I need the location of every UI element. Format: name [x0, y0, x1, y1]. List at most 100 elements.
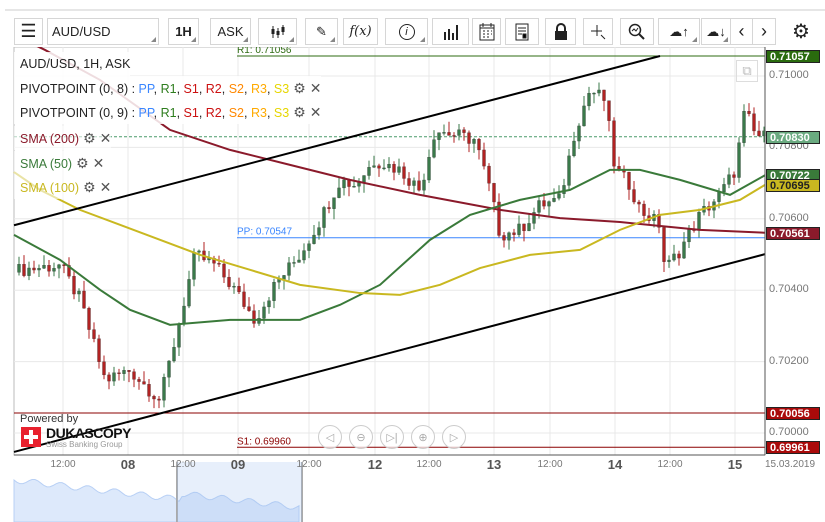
pan-left-button[interactable]: ◁ [318, 425, 342, 449]
candle-body [217, 263, 221, 265]
pivot-item-r3: R3 [250, 106, 267, 120]
candle-body [632, 189, 636, 203]
gear-icon[interactable]: ⚙ [83, 126, 96, 150]
report-button[interactable] [505, 18, 539, 45]
pivot-line-label: PP: 0.70547 [237, 227, 292, 238]
brand-name: DUKASCOPY [46, 425, 131, 441]
candle-body [267, 300, 271, 308]
menu-button[interactable]: ☰ [14, 18, 43, 45]
candle-body [587, 93, 591, 107]
calendar-icon [479, 22, 494, 40]
document-icon [515, 23, 529, 40]
scroll-left-button[interactable]: ‹ [730, 18, 753, 45]
close-icon[interactable]: ✕ [310, 76, 322, 100]
side-select[interactable]: ASK [210, 18, 251, 45]
candle-body [342, 179, 346, 189]
candle-body [87, 308, 91, 330]
candle-body [222, 263, 226, 278]
close-icon[interactable]: ✕ [93, 151, 105, 175]
candle-body [367, 167, 371, 176]
candle-body [757, 130, 761, 137]
candle-body [372, 165, 376, 168]
lock-button[interactable] [545, 18, 576, 45]
candle-body [547, 201, 551, 207]
candle-body [22, 264, 26, 276]
bar-chart-icon [443, 24, 458, 40]
chart-type-button[interactable] [258, 18, 297, 45]
close-icon[interactable]: ✕ [310, 100, 322, 124]
info-button[interactable]: i [385, 18, 428, 45]
info-icon: i [398, 23, 415, 40]
candle-body [232, 286, 236, 288]
candle-body [472, 139, 476, 144]
candle-body [17, 264, 21, 273]
download-button[interactable]: ☁↓ [701, 18, 731, 45]
timeframe-select[interactable]: 1H [168, 18, 199, 45]
candle-body [377, 165, 381, 169]
candle-body [177, 324, 181, 348]
pivot-label: PIVOTPOINT (0, 9) [20, 106, 129, 120]
close-icon[interactable]: ✕ [100, 175, 112, 199]
candle-body [637, 201, 641, 205]
crosshair-button[interactable] [583, 18, 613, 45]
calendar-button[interactable] [472, 18, 501, 45]
price-tag: 0.71057 [766, 49, 820, 63]
x-tick-label: 12 [367, 457, 383, 472]
candle-body [392, 163, 396, 173]
volume-button[interactable] [432, 18, 469, 45]
candle-body [182, 305, 186, 325]
pivot-item-s3: S3 [273, 106, 290, 120]
zoom-in-button[interactable]: ⊕ [411, 425, 435, 449]
go-latest-button[interactable]: ▷| [380, 425, 404, 449]
gear-icon[interactable]: ⚙ [76, 151, 89, 175]
candle-body [322, 207, 326, 228]
pivot-item-r3: R3 [250, 82, 267, 96]
candle-body [567, 155, 571, 186]
cloud-upload-icon: ☁↑ [669, 23, 689, 39]
gear-icon[interactable]: ⚙ [293, 76, 306, 100]
price-tag: 0.70056 [766, 407, 820, 420]
candle-body [197, 250, 201, 253]
candle-body [142, 381, 146, 385]
triangle-left-icon: ◁ [325, 431, 335, 444]
upload-button[interactable]: ☁↑ [658, 18, 700, 45]
swiss-cross-logo [21, 427, 41, 447]
close-icon[interactable]: ✕ [100, 126, 112, 150]
indicators-button[interactable]: f(x) [343, 18, 378, 45]
candle-body [552, 198, 556, 202]
symbol-select[interactable]: AUD/USD [47, 18, 159, 45]
candle-body [542, 200, 546, 207]
candle-body [557, 193, 561, 199]
zoom-button[interactable] [620, 18, 654, 45]
gear-icon[interactable]: ⚙ [293, 100, 306, 124]
zoom-out-button[interactable]: ⊖ [349, 425, 373, 449]
candle-body [752, 113, 756, 132]
x-tick-label: 13 [486, 457, 502, 472]
candles-icon [271, 24, 284, 38]
candle-body [122, 370, 126, 374]
candle-body [192, 252, 196, 280]
candle-body [722, 184, 726, 193]
candle-body [562, 185, 566, 194]
candle-body [77, 290, 81, 295]
candle-body [167, 360, 171, 378]
candle-body [432, 139, 436, 158]
x-tick-label: 12:00 [170, 459, 196, 470]
candle-body [57, 264, 61, 269]
x-tick-label: 12:00 [50, 459, 76, 470]
sma-label: SMA (100) [20, 181, 80, 195]
draw-button[interactable]: ✎ [305, 18, 338, 45]
candle-body [297, 259, 301, 263]
candle-body [642, 203, 646, 216]
gear-icon[interactable]: ⚙ [83, 175, 96, 199]
settings-button[interactable]: ⚙ [788, 18, 814, 45]
candle-body [467, 132, 471, 144]
popout-button[interactable]: ⧉ [736, 60, 758, 82]
candle-body [572, 140, 576, 157]
scroll-right-button[interactable]: › [752, 18, 776, 45]
x-tick-label: 08 [120, 457, 136, 472]
pan-right-button[interactable]: ▷ [442, 425, 466, 449]
candle-body [457, 129, 461, 136]
price-tag: 0.70830 [766, 130, 820, 144]
candle-body [82, 290, 86, 309]
